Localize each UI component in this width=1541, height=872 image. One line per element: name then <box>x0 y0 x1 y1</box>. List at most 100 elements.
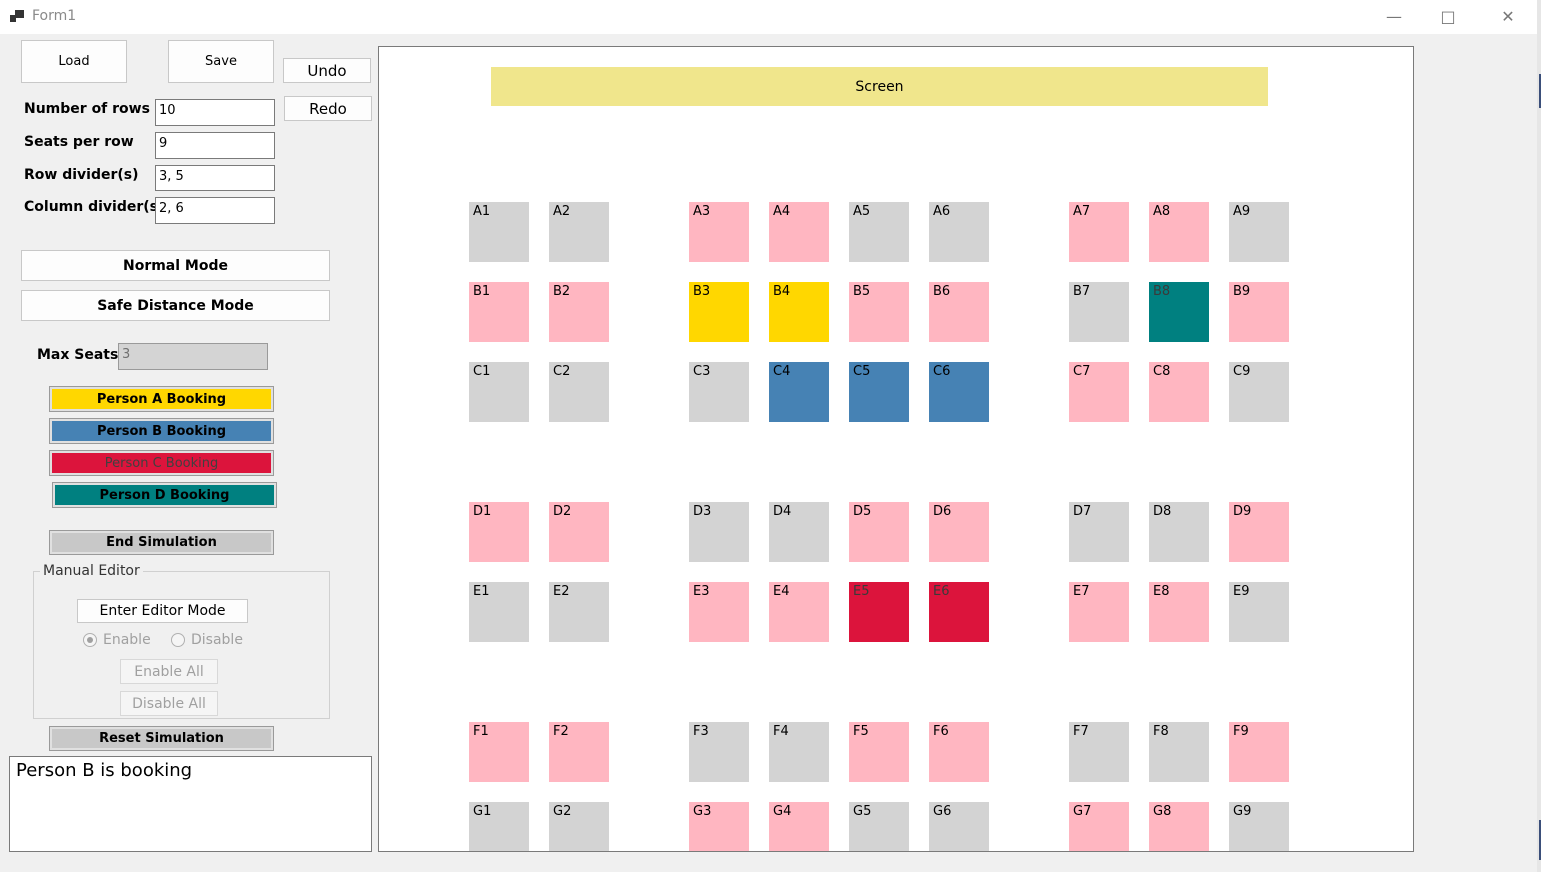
seat-c6[interactable]: C6 <box>929 362 989 422</box>
disable-radio[interactable]: Disable <box>171 632 243 648</box>
seat-f5[interactable]: F5 <box>849 722 909 782</box>
seat-g1[interactable]: G1 <box>469 802 529 851</box>
seat-f6[interactable]: F6 <box>929 722 989 782</box>
seat-c8[interactable]: C8 <box>1149 362 1209 422</box>
seat-g7[interactable]: G7 <box>1069 802 1129 851</box>
seat-b6[interactable]: B6 <box>929 282 989 342</box>
seat-d9[interactable]: D9 <box>1229 502 1289 562</box>
seat-g6[interactable]: G6 <box>929 802 989 851</box>
seat-e2[interactable]: E2 <box>549 582 609 642</box>
seat-e3[interactable]: E3 <box>689 582 749 642</box>
seat-e9[interactable]: E9 <box>1229 582 1289 642</box>
seat-label: D3 <box>693 504 712 519</box>
seat-b8[interactable]: B8 <box>1149 282 1209 342</box>
seat-d1[interactable]: D1 <box>469 502 529 562</box>
seat-b2[interactable]: B2 <box>549 282 609 342</box>
seat-a7[interactable]: A7 <box>1069 202 1129 262</box>
seat-c4[interactable]: C4 <box>769 362 829 422</box>
maximize-icon[interactable]: □ <box>1425 6 1471 28</box>
max-seats-label: Max Seats <box>37 347 119 363</box>
safe-distance-mode-button[interactable]: Safe Distance Mode <box>21 290 330 321</box>
seat-f4[interactable]: F4 <box>769 722 829 782</box>
seat-g9[interactable]: G9 <box>1229 802 1289 851</box>
seat-a6[interactable]: A6 <box>929 202 989 262</box>
seat-e6[interactable]: E6 <box>929 582 989 642</box>
seat-d8[interactable]: D8 <box>1149 502 1209 562</box>
seat-a1[interactable]: A1 <box>469 202 529 262</box>
seat-d4[interactable]: D4 <box>769 502 829 562</box>
seat-a3[interactable]: A3 <box>689 202 749 262</box>
end-simulation-button[interactable]: End Simulation <box>49 530 274 555</box>
seat-f2[interactable]: F2 <box>549 722 609 782</box>
seat-b1[interactable]: B1 <box>469 282 529 342</box>
seat-a9[interactable]: A9 <box>1229 202 1289 262</box>
seat-e1[interactable]: E1 <box>469 582 529 642</box>
seat-f7[interactable]: F7 <box>1069 722 1129 782</box>
disable-all-button[interactable]: Disable All <box>120 691 218 716</box>
enter-editor-mode-button[interactable]: Enter Editor Mode <box>77 599 248 623</box>
seat-d3[interactable]: D3 <box>689 502 749 562</box>
seat-label: F1 <box>473 724 489 739</box>
column-dividers-input[interactable]: 2, 6 <box>155 197 275 224</box>
seat-a4[interactable]: A4 <box>769 202 829 262</box>
seat-f1[interactable]: F1 <box>469 722 529 782</box>
rows-input[interactable]: 10 <box>155 99 275 126</box>
seat-g2[interactable]: G2 <box>549 802 609 851</box>
seat-d6[interactable]: D6 <box>929 502 989 562</box>
seat-b5[interactable]: B5 <box>849 282 909 342</box>
undo-button[interactable]: Undo <box>283 58 371 83</box>
seat-b4[interactable]: B4 <box>769 282 829 342</box>
seat-c9[interactable]: C9 <box>1229 362 1289 422</box>
seat-e5[interactable]: E5 <box>849 582 909 642</box>
seat-d7[interactable]: D7 <box>1069 502 1129 562</box>
minimize-icon[interactable]: — <box>1371 6 1417 28</box>
person-b-booking-button[interactable]: Person B Booking <box>49 418 274 444</box>
seat-e4[interactable]: E4 <box>769 582 829 642</box>
seat-c2[interactable]: C2 <box>549 362 609 422</box>
seat-e8[interactable]: E8 <box>1149 582 1209 642</box>
seat-b9[interactable]: B9 <box>1229 282 1289 342</box>
seat-g5[interactable]: G5 <box>849 802 909 851</box>
seat-b3[interactable]: B3 <box>689 282 749 342</box>
seat-label: E2 <box>553 584 570 599</box>
seat-e7[interactable]: E7 <box>1069 582 1129 642</box>
seat-f9[interactable]: F9 <box>1229 722 1289 782</box>
seat-g4[interactable]: G4 <box>769 802 829 851</box>
load-button[interactable]: Load <box>21 40 127 83</box>
seat-a2[interactable]: A2 <box>549 202 609 262</box>
person-a-booking-button[interactable]: Person A Booking <box>49 386 274 412</box>
seat-c3[interactable]: C3 <box>689 362 749 422</box>
seat-label: G6 <box>933 804 952 819</box>
seat-label: A3 <box>693 204 711 219</box>
seat-label: E3 <box>693 584 710 599</box>
seat-b7[interactable]: B7 <box>1069 282 1129 342</box>
seat-g3[interactable]: G3 <box>689 802 749 851</box>
seat-d5[interactable]: D5 <box>849 502 909 562</box>
row-dividers-input[interactable]: 3, 5 <box>155 165 275 191</box>
seat-label: D1 <box>473 504 492 519</box>
save-button[interactable]: Save <box>168 40 274 83</box>
seat-d2[interactable]: D2 <box>549 502 609 562</box>
person-c-booking-button[interactable]: Person C Booking <box>49 450 274 476</box>
seat-label: F7 <box>1073 724 1089 739</box>
seat-label: F2 <box>553 724 569 739</box>
enable-all-button[interactable]: Enable All <box>120 659 218 684</box>
seat-a5[interactable]: A5 <box>849 202 909 262</box>
redo-button[interactable]: Redo <box>284 96 372 121</box>
seat-label: C3 <box>693 364 711 379</box>
seat-g8[interactable]: G8 <box>1149 802 1209 851</box>
status-log[interactable]: Person B is booking <box>9 756 372 852</box>
person-d-booking-button[interactable]: Person D Booking <box>52 482 277 508</box>
close-icon[interactable]: ✕ <box>1485 6 1531 28</box>
reset-simulation-button[interactable]: Reset Simulation <box>49 726 274 751</box>
seat-a8[interactable]: A8 <box>1149 202 1209 262</box>
enable-radio[interactable]: Enable <box>83 632 151 648</box>
seats-input[interactable]: 9 <box>155 132 275 159</box>
seat-f8[interactable]: F8 <box>1149 722 1209 782</box>
seat-c5[interactable]: C5 <box>849 362 909 422</box>
seat-c7[interactable]: C7 <box>1069 362 1129 422</box>
normal-mode-button[interactable]: Normal Mode <box>21 250 330 281</box>
seat-label: B6 <box>933 284 951 299</box>
seat-f3[interactable]: F3 <box>689 722 749 782</box>
seat-c1[interactable]: C1 <box>469 362 529 422</box>
